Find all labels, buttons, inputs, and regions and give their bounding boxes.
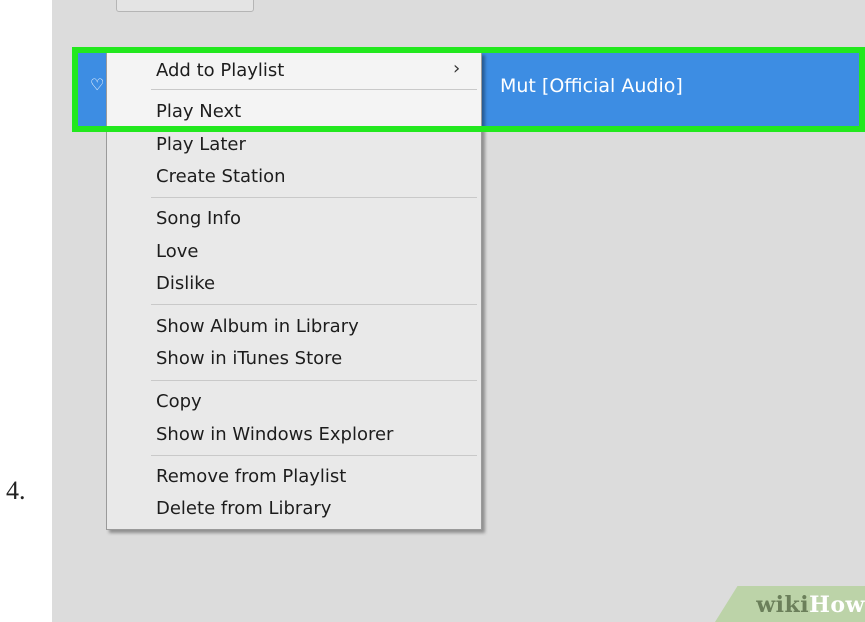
menu-item-dislike[interactable]: Dislike [156, 271, 215, 297]
menu-item-play-next[interactable]: Play Next [156, 99, 241, 125]
watermark-logo: wikiHow [756, 592, 865, 618]
menu-separator [151, 89, 477, 90]
menu-item-show-album-in-library[interactable]: Show Album in Library [156, 314, 359, 340]
menu-separator [151, 304, 477, 305]
menu-item-song-info[interactable]: Song Info [156, 206, 241, 232]
menu-item-copy[interactable]: Copy [156, 389, 202, 415]
menu-item-create-station[interactable]: Create Station [156, 164, 286, 190]
itunes-window: ♡ Mut [Official Audio] Add to Playlist ›… [52, 0, 865, 622]
step-number: 4. [6, 476, 26, 505]
toolbar-button[interactable] [116, 0, 254, 12]
chevron-right-icon: › [453, 58, 461, 79]
menu-separator [151, 380, 477, 381]
menu-item-play-later[interactable]: Play Later [156, 132, 246, 158]
menu-separator [151, 455, 477, 456]
menu-item-remove-from-playlist[interactable]: Remove from Playlist [156, 464, 346, 490]
menu-item-love[interactable]: Love [156, 239, 198, 265]
menu-item-show-in-windows-explorer[interactable]: Show in Windows Explorer [156, 422, 393, 448]
menu-separator [151, 197, 477, 198]
heart-icon[interactable]: ♡ [90, 77, 104, 93]
menu-item-delete-from-library[interactable]: Delete from Library [156, 496, 331, 522]
song-title: Mut [Official Audio] [500, 75, 683, 97]
menu-item-add-to-playlist[interactable]: Add to Playlist [156, 58, 284, 84]
menu-item-show-in-itunes-store[interactable]: Show in iTunes Store [156, 346, 342, 372]
context-menu: Add to Playlist › Play Next Play Later C… [106, 52, 482, 530]
